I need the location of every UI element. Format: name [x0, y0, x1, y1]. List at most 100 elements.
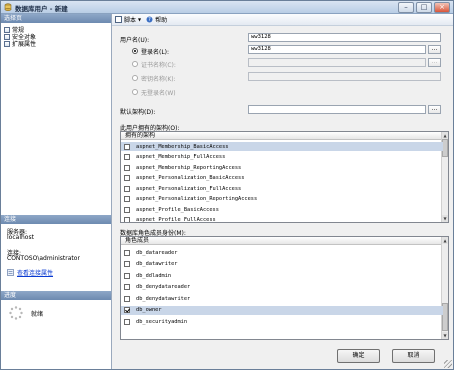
- select-page-header: 选择页: [1, 14, 111, 23]
- row-checkbox[interactable]: [124, 185, 130, 192]
- help-icon: ?: [146, 16, 153, 23]
- row-checkbox[interactable]: [124, 284, 130, 290]
- view-connection-properties-text[interactable]: 查看连接属性: [17, 268, 53, 277]
- certificate-input[interactable]: [248, 58, 426, 67]
- login-label: 登录名(L):: [141, 49, 170, 56]
- default-schema-label: 默认架构(D):: [120, 109, 156, 116]
- row-label: aspnet_Personalization_ReportingAccess: [136, 196, 258, 202]
- table-row[interactable]: aspnet_Personalization_BasicAccess: [121, 174, 443, 183]
- help-button[interactable]: ? 帮助: [146, 15, 167, 24]
- row-label: db_owner: [136, 307, 162, 313]
- table-row[interactable]: aspnet_Membership_ReportingAccess: [121, 163, 443, 172]
- connection-value: CONTOSO\administrator: [7, 255, 80, 262]
- owned-schemas-column-header: 拥有的架构: [121, 132, 443, 140]
- row-checkbox[interactable]: [124, 272, 130, 279]
- row-checkbox[interactable]: [124, 307, 130, 313]
- login-browse-button[interactable]: ...: [428, 45, 441, 54]
- row-label: aspnet_Membership_FullAccess: [136, 154, 226, 160]
- role-membership-grid[interactable]: 角色成员 ▲ ▼ db_datareader db_datawriter db_dd…: [120, 236, 449, 340]
- table-row[interactable]: db_ddladmin: [121, 271, 443, 280]
- page-label: 扩展属性: [12, 41, 37, 48]
- view-connection-properties-link[interactable]: 查看连接属性: [7, 268, 53, 277]
- table-row[interactable]: aspnet_Personalization_ReportingAccess: [121, 195, 443, 204]
- no-login-label: 无登录名(W): [141, 90, 176, 97]
- row-checkbox[interactable]: [124, 206, 130, 213]
- maximize-button[interactable]: □: [416, 2, 432, 13]
- username-input[interactable]: ww3128: [248, 33, 441, 42]
- script-icon: [115, 16, 122, 23]
- close-button[interactable]: ×: [434, 2, 450, 13]
- server-value: localhost: [7, 234, 34, 241]
- properties-icon: [7, 269, 14, 276]
- row-label: db_ddladmin: [136, 272, 172, 279]
- row-checkbox[interactable]: [124, 154, 130, 160]
- row-checkbox[interactable]: [124, 217, 130, 222]
- ok-button[interactable]: 确定: [337, 349, 380, 363]
- left-pane: 选择页 常规 安全对象 扩展属性 连接 服务器: localhost 连接: C…: [1, 14, 112, 369]
- table-row[interactable]: aspnet_Membership_BasicAccess: [121, 142, 443, 151]
- row-checkbox[interactable]: [124, 175, 130, 181]
- table-row[interactable]: db_denydatawriter: [121, 294, 443, 303]
- page-item-extended-properties[interactable]: 扩展属性: [4, 39, 36, 48]
- row-label: db_denydatawriter: [136, 295, 191, 302]
- script-button[interactable]: 脚本 ▼: [115, 15, 141, 24]
- svg-text:?: ?: [148, 17, 151, 23]
- table-row[interactable]: aspnet_Profile_FullAccess: [121, 216, 443, 223]
- key-radio[interactable]: [132, 75, 138, 81]
- row-label: db_datareader: [136, 249, 178, 256]
- row-label: aspnet_Membership_ReportingAccess: [136, 164, 242, 171]
- certificate-label: 证书名称(C):: [141, 62, 176, 69]
- row-label: aspnet_Personalization_BasicAccess: [136, 175, 245, 181]
- general-page: 用户名(U): ww3128 登录名(L): ww3128 ... 证书名称(C…: [112, 26, 453, 344]
- row-label: aspnet_Profile_FullAccess: [136, 217, 216, 223]
- script-label: 脚本: [124, 17, 137, 24]
- table-row[interactable]: db_denydatareader: [121, 283, 443, 292]
- dialog-window: 数据库用户 - 新建 – □ × 选择页 常规 安全对象 扩展属性 连接 服务器…: [0, 0, 454, 370]
- row-label: db_datawriter: [136, 261, 178, 267]
- toolbar: 脚本 ▼ ? 帮助: [112, 14, 453, 26]
- cancel-button[interactable]: 取消: [392, 349, 435, 363]
- table-row[interactable]: db_datareader: [121, 248, 443, 257]
- login-radio[interactable]: [132, 48, 138, 54]
- row-label: db_securityadmin: [136, 318, 188, 325]
- row-checkbox[interactable]: [124, 318, 130, 325]
- progress-status: 就绪: [31, 311, 44, 318]
- default-schema-browse-button[interactable]: ...: [428, 105, 441, 114]
- row-label: aspnet_Profile_BasicAccess: [136, 206, 219, 213]
- scroll-up-arrow-icon[interactable]: ▲: [442, 237, 448, 244]
- certificate-browse-button[interactable]: ...: [428, 58, 441, 67]
- table-row[interactable]: db_securityadmin: [121, 317, 443, 326]
- table-row[interactable]: db_datawriter: [121, 260, 443, 269]
- role-membership-column-header: 角色成员: [121, 237, 443, 245]
- owned-schemas-grid[interactable]: 拥有的架构 ▲ ▼ aspnet_Membership_BasicAccess a…: [120, 131, 449, 223]
- row-checkbox[interactable]: [124, 249, 130, 256]
- table-row[interactable]: aspnet_Membership_FullAccess: [121, 153, 443, 162]
- table-row[interactable]: aspnet_Profile_BasicAccess: [121, 205, 443, 214]
- resize-grip-icon[interactable]: [444, 360, 452, 368]
- table-row[interactable]: aspnet_Personalization_FullAccess: [121, 184, 443, 193]
- database-user-icon: [4, 3, 12, 11]
- row-checkbox[interactable]: [124, 295, 130, 302]
- scroll-down-arrow-icon[interactable]: ▼: [442, 332, 448, 339]
- progress-header: 进度: [1, 291, 111, 300]
- scroll-up-arrow-icon[interactable]: ▲: [442, 132, 448, 139]
- progress-spinner-icon: [9, 306, 23, 320]
- certificate-radio[interactable]: [132, 61, 138, 67]
- row-checkbox[interactable]: [124, 261, 130, 267]
- default-schema-input[interactable]: [248, 105, 426, 114]
- row-label: aspnet_Membership_BasicAccess: [136, 143, 229, 150]
- row-label: aspnet_Personalization_FullAccess: [136, 185, 242, 192]
- row-checkbox[interactable]: [124, 164, 130, 171]
- row-checkbox[interactable]: [124, 143, 130, 150]
- key-label: 密钥名称(K):: [141, 76, 176, 83]
- no-login-radio[interactable]: [132, 89, 138, 95]
- minimize-button[interactable]: –: [398, 2, 414, 13]
- username-label: 用户名(U):: [120, 37, 150, 44]
- table-row[interactable]: db_owner: [121, 305, 443, 315]
- page-icon: [4, 40, 10, 47]
- row-checkbox[interactable]: [124, 196, 130, 202]
- login-input[interactable]: ww3128: [248, 45, 426, 54]
- key-input[interactable]: [248, 72, 441, 81]
- window-title: 数据库用户 - 新建: [15, 5, 68, 13]
- title-bar: 数据库用户 - 新建 – □ ×: [1, 1, 453, 14]
